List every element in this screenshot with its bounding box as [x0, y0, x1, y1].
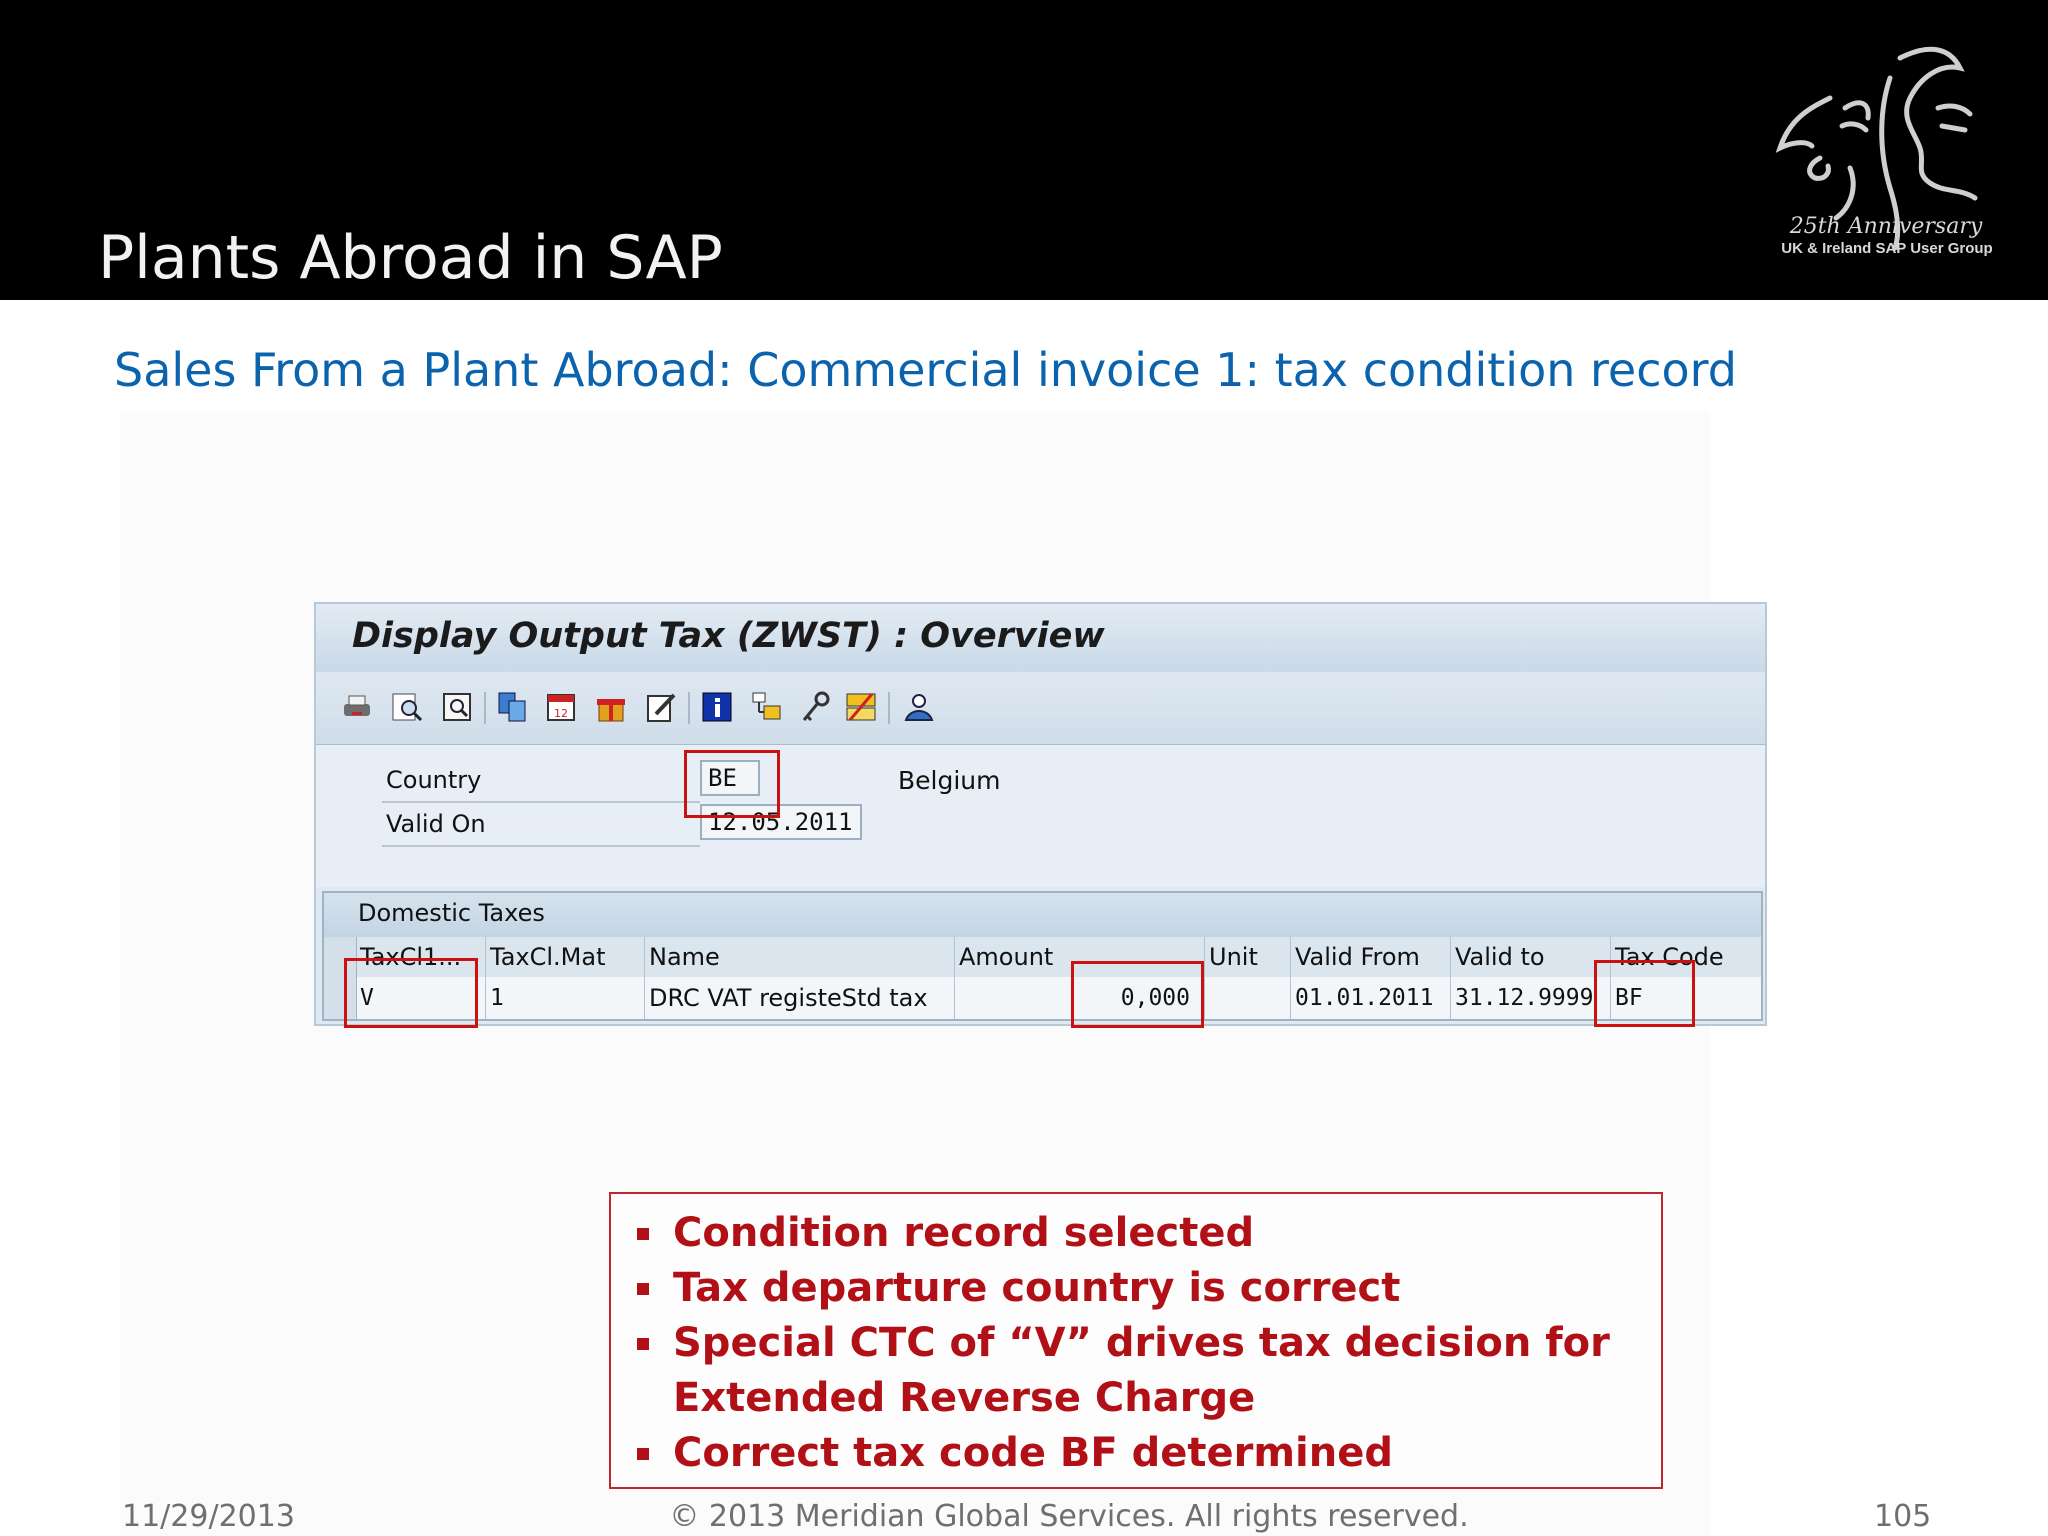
- user-icon[interactable]: [902, 690, 936, 724]
- callout-item: Condition record selected: [611, 1206, 1661, 1261]
- column-header[interactable]: Valid From: [1291, 937, 1451, 977]
- domestic-taxes-table: Domestic Taxes TaxCl1... TaxCl.Mat Name …: [322, 891, 1763, 1021]
- footer-copyright: © 2013 Meridian Global Services. All rig…: [669, 1499, 1469, 1534]
- cell-tax-class-material[interactable]: 1: [486, 977, 645, 1019]
- sap-window: Display Output Tax (ZWST) : Overview 12: [314, 602, 1767, 1026]
- structure-icon[interactable]: [750, 690, 784, 724]
- info-icon[interactable]: [700, 690, 734, 724]
- slide-title: Plants Abroad in SAP: [98, 223, 723, 293]
- country-underline: [382, 801, 700, 803]
- highlight-tax-code: [1594, 960, 1695, 1027]
- toolbar-separator: [484, 692, 486, 724]
- callout-box: Condition record selected Tax departure …: [609, 1192, 1663, 1489]
- highlight-amount: [1071, 961, 1204, 1028]
- logo-anniversary-text: 25th Anniversary: [1789, 214, 1983, 239]
- sap-window-title: Display Output Tax (ZWST) : Overview: [352, 616, 1105, 656]
- logo-group-text: UK & Ireland SAP User Group: [1781, 240, 1993, 257]
- table-title-bar: Domestic Taxes: [324, 893, 1761, 938]
- table-header-row: TaxCl1... TaxCl.Mat Name Amount Unit Val…: [324, 937, 1761, 977]
- find-icon[interactable]: [390, 690, 424, 724]
- toolbar-separator: [688, 692, 690, 724]
- key-icon[interactable]: [798, 690, 832, 724]
- highlight-tax-classification: [344, 958, 478, 1028]
- callout-list: Condition record selected Tax departure …: [611, 1194, 1661, 1481]
- country-label: Country: [386, 766, 482, 794]
- country-name: Belgium: [898, 766, 1001, 795]
- page-number: 105: [1874, 1499, 1932, 1534]
- callout-item: Tax departure country is correct: [611, 1261, 1661, 1316]
- cell-name[interactable]: DRC VAT registeStd tax: [645, 977, 955, 1019]
- toolbar-separator: [888, 692, 890, 724]
- cell-unit[interactable]: [1205, 977, 1291, 1019]
- column-header[interactable]: TaxCl.Mat: [486, 937, 645, 977]
- cell-valid-to[interactable]: 31.12.9999: [1451, 977, 1611, 1019]
- print-icon[interactable]: [340, 690, 374, 724]
- callout-item: Special CTC of “V” drives tax decision f…: [611, 1316, 1661, 1426]
- cell-valid-from[interactable]: 01.01.2011: [1291, 977, 1451, 1019]
- column-header[interactable]: Name: [645, 937, 955, 977]
- svg-text:12: 12: [554, 707, 568, 720]
- find-next-icon[interactable]: [440, 690, 474, 724]
- valid-on-underline: [382, 845, 700, 847]
- sap-toolbar: 12: [316, 672, 1765, 745]
- calendar-icon[interactable]: 12: [544, 690, 578, 724]
- sap-title-bar: Display Output Tax (ZWST) : Overview: [316, 604, 1765, 673]
- table-row[interactable]: V 1 DRC VAT registeStd tax 0,000 01.01.2…: [324, 977, 1761, 1019]
- slide-subtitle: Sales From a Plant Abroad: Commercial in…: [114, 343, 1737, 397]
- gift-icon[interactable]: [594, 690, 628, 724]
- column-header[interactable]: Valid to: [1451, 937, 1611, 977]
- column-header[interactable]: Unit: [1205, 937, 1291, 977]
- callout-item: Correct tax code BF determined: [611, 1426, 1661, 1481]
- valid-on-label: Valid On: [386, 810, 486, 838]
- edit-icon[interactable]: [644, 690, 678, 724]
- selection-form: Country BE Valid On 12.05.2011: [316, 745, 1765, 887]
- highlight-country: [684, 750, 780, 818]
- copy-icon[interactable]: [496, 690, 530, 724]
- table-title: Domestic Taxes: [358, 899, 545, 927]
- condition-icon[interactable]: [844, 690, 878, 724]
